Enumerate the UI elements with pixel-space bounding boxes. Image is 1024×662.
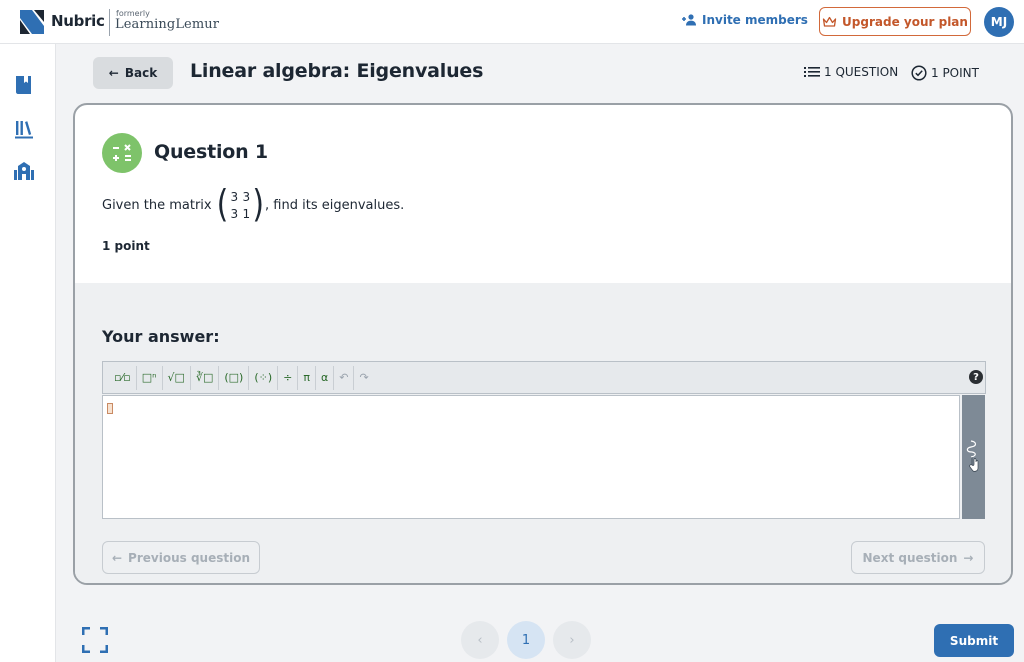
back-label: Back (124, 66, 158, 80)
parentheses-tool[interactable]: (□) (219, 365, 250, 390)
next-question-button[interactable]: Next question → (851, 541, 985, 574)
handwriting-icon (966, 440, 979, 472)
input-placeholder-box (107, 403, 113, 414)
matrix-cell: 3 (242, 189, 251, 204)
question-points: 1 point (102, 239, 150, 253)
arrow-right-icon: → (963, 550, 974, 565)
matrix-tool[interactable]: (⁘) (249, 365, 279, 390)
brand-divider (109, 9, 110, 36)
handwriting-panel-toggle[interactable] (962, 395, 985, 519)
arrow-left-icon: ← (111, 550, 123, 565)
upgrade-plan-button[interactable]: Upgrade your plan (819, 7, 971, 36)
superscript-tool[interactable]: □ⁿ (137, 365, 163, 390)
add-person-icon (682, 14, 696, 26)
page-title: Linear algebra: Eigenvalues (190, 60, 484, 82)
point-count-label: 1 POINT (931, 66, 979, 80)
next-question-label: Next question (862, 550, 958, 565)
arrow-left-icon: ← (108, 66, 119, 80)
submit-button[interactable]: Submit (934, 624, 1014, 657)
alpha-tool[interactable]: α (316, 365, 335, 390)
matrix-right-paren: ) (252, 182, 265, 227)
fraction-tool[interactable]: ▫⁄▫ (109, 365, 137, 390)
previous-question-button[interactable]: ← Previous question (102, 541, 260, 574)
answer-section: Your answer: ▫⁄▫ □ⁿ √□ ∛□ (□) (⁘) ÷ π α … (75, 283, 1011, 583)
check-circle-icon (911, 65, 927, 81)
matrix-cell: 3 (230, 189, 239, 204)
left-rail (0, 44, 56, 662)
list-icon (804, 67, 820, 77)
nthroot-tool[interactable]: ∛□ (191, 365, 220, 390)
math-operations-icon (102, 133, 142, 173)
previous-question-label: Previous question (128, 550, 250, 565)
redo-icon[interactable]: ↷ (354, 366, 373, 390)
your-answer-label: Your answer: (102, 327, 220, 346)
brand-name: Nubric (51, 12, 105, 30)
fullscreen-icon[interactable] (82, 627, 108, 653)
matrix-left-paren: ( (216, 182, 229, 227)
question-prompt: Given the matrix ( 3 3 3 1 ) , find its … (102, 185, 404, 225)
question-card: Question 1 Given the matrix ( 3 3 3 1 ) … (73, 103, 1013, 585)
page-prev-button[interactable]: ‹ (461, 621, 499, 659)
point-count: 1 POINT (911, 65, 979, 81)
page-next-button[interactable]: › (553, 621, 591, 659)
help-icon[interactable]: ? (969, 370, 983, 384)
question-count-label: 1 QUESTION (824, 65, 899, 79)
book-icon[interactable] (13, 74, 35, 96)
matrix: ( 3 3 3 1 ) (216, 182, 265, 227)
matrix-grid: 3 3 3 1 (228, 188, 252, 222)
prompt-text-after: , find its eigenvalues. (265, 197, 405, 213)
user-avatar[interactable]: MJ (984, 7, 1014, 37)
math-answer-input[interactable] (102, 395, 960, 519)
crown-icon (822, 16, 837, 27)
nubric-logo-icon (20, 10, 44, 34)
pi-tool[interactable]: π (298, 365, 316, 390)
matrix-cell: 1 (242, 206, 251, 221)
question-title: Question 1 (154, 141, 268, 163)
former-brand-name: LearningLemur (115, 17, 220, 32)
page-number-current[interactable]: 1 (507, 621, 545, 659)
top-bar: Nubric formerly LearningLemur Invite mem… (0, 0, 1024, 44)
school-icon[interactable] (13, 160, 35, 182)
invite-members-button[interactable]: Invite members (681, 13, 808, 27)
divide-tool[interactable]: ÷ (278, 365, 299, 390)
matrix-cell: 3 (230, 206, 239, 221)
math-toolbar: ▫⁄▫ □ⁿ √□ ∛□ (□) (⁘) ÷ π α ↶ ↷ ? (102, 361, 986, 394)
sqrt-tool[interactable]: √□ (163, 365, 191, 390)
upgrade-plan-label: Upgrade your plan (842, 14, 968, 29)
question-count: 1 QUESTION (804, 65, 898, 79)
prompt-text-before: Given the matrix (102, 197, 212, 213)
back-button[interactable]: ← Back (93, 57, 173, 89)
invite-members-label: Invite members (702, 13, 808, 27)
undo-icon[interactable]: ↶ (334, 365, 355, 390)
library-icon[interactable] (13, 118, 35, 140)
